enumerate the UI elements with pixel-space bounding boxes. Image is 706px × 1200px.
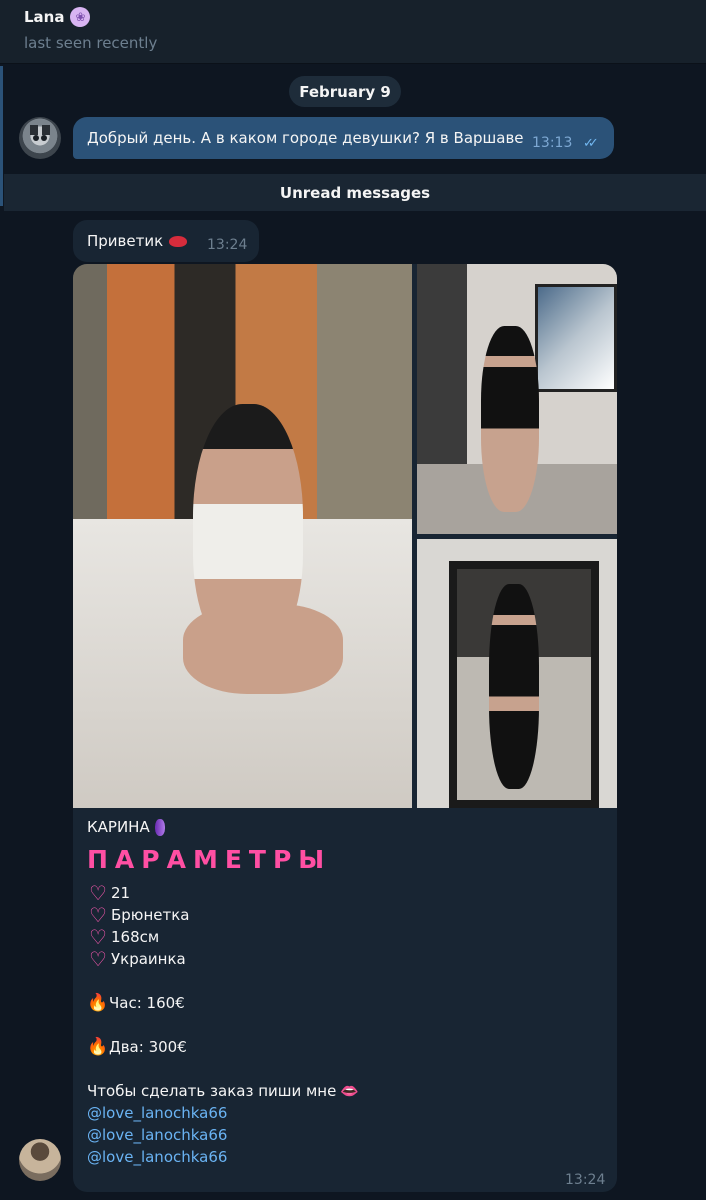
caption-name-row: КАРИНА <box>87 816 607 838</box>
message-text: Приветик <box>87 232 164 250</box>
album-photo-1[interactable] <box>73 264 412 808</box>
params-title: ПАРАМЕТРЫ <box>87 845 332 874</box>
price-hour: Час: 160€ <box>109 994 185 1012</box>
unread-divider: Unread messages <box>4 174 706 211</box>
cat-eye-icon <box>41 135 47 141</box>
cat-eye-icon <box>33 135 39 141</box>
caption-name: КАРИНА <box>87 818 150 836</box>
caption-param-row: ♡ Брюнетка <box>87 904 607 926</box>
caption-param-row: ♡ Украинка <box>87 948 607 970</box>
read-check-icon: ✓✓ <box>583 136 599 151</box>
username-link[interactable]: @love_lanochka66 <box>87 1124 607 1146</box>
param-height: 168см <box>111 928 160 946</box>
message-time: 13:24 <box>565 1172 606 1188</box>
caption-param-row: ♡ 168см <box>87 926 607 948</box>
contact-status: last seen recently <box>24 34 158 52</box>
pink-heart-icon: ♡ <box>89 947 107 971</box>
message-time: 13:13 <box>532 135 573 151</box>
album-photo-3[interactable] <box>417 539 617 808</box>
pink-heart-icon: ♡ <box>89 881 107 905</box>
message-time: 13:24 <box>207 237 248 253</box>
photo-legs-shape <box>183 604 343 694</box>
photo-album-message[interactable]: КАРИНА ПАРАМЕТРЫ ♡ 21 ♡ Брюнетка ♡ 168см… <box>73 264 617 1192</box>
lips-emoji-icon <box>169 235 188 247</box>
photo-frame-shape <box>535 284 617 392</box>
cat-ear-icon <box>30 125 38 135</box>
pink-heart-icon: ♡ <box>89 903 107 927</box>
caption-price-row: 🔥 Час: 160€ <box>87 992 607 1014</box>
caption-order-row: Чтобы сделать заказ пиши мне 👄 <box>87 1080 607 1102</box>
message-text: Добрый день. А в каком городе девушки? Я… <box>87 129 524 147</box>
user-avatar[interactable] <box>19 117 61 159</box>
username-link[interactable]: @love_lanochka66 <box>87 1146 607 1168</box>
message-content: Приветик <box>87 232 188 250</box>
chat-header[interactable]: Lana ❀ last seen recently <box>0 0 706 64</box>
purple-gem-icon <box>154 818 165 836</box>
paw-emoji-icon: ❀ <box>70 7 91 27</box>
param-age: 21 <box>111 884 131 902</box>
param-nationality: Украинка <box>111 950 186 968</box>
fire-icon: 🔥 <box>87 1037 109 1057</box>
contact-name-row[interactable]: Lana ❀ <box>24 7 91 27</box>
pink-heart-icon: ♡ <box>89 925 107 949</box>
price-two-hours: Два: 300€ <box>109 1038 187 1056</box>
username-link[interactable]: @love_lanochka66 <box>87 1102 607 1124</box>
cat-ear-icon <box>42 125 50 135</box>
caption-price-row: 🔥 Два: 300€ <box>87 1036 607 1058</box>
contact-name[interactable]: Lana <box>24 8 64 26</box>
mouth-emoji-icon: 👄 <box>340 1082 360 1100</box>
date-separator: February 9 <box>289 76 401 107</box>
outgoing-message[interactable]: Добрый день. А в каком городе девушки? Я… <box>73 117 614 159</box>
album-caption: КАРИНА ПАРАМЕТРЫ ♡ 21 ♡ Брюнетка ♡ 168см… <box>87 816 607 1168</box>
unread-indicator-bar <box>0 66 3 206</box>
photo-person-shape <box>489 584 539 789</box>
order-text: Чтобы сделать заказ пиши мне <box>87 1082 337 1100</box>
sender-avatar[interactable] <box>19 1139 61 1181</box>
incoming-message[interactable]: Приветик 13:24 <box>73 220 259 262</box>
caption-param-row: ♡ 21 <box>87 882 607 904</box>
param-hair: Брюнетка <box>111 906 190 924</box>
fire-icon: 🔥 <box>87 993 109 1013</box>
photo-person-shape <box>481 326 539 512</box>
album-photo-2[interactable] <box>417 264 617 534</box>
